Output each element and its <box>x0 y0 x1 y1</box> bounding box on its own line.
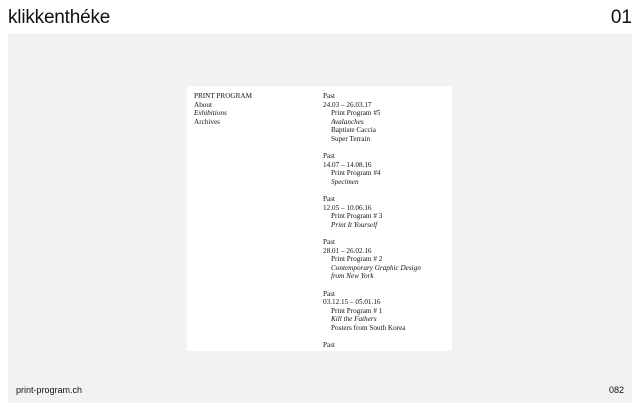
exhibition-detail: Avalanches <box>331 117 364 126</box>
exhibition-entry[interactable]: Past 14.07 – 14.08.16 Print Program #4 Spec… <box>323 152 448 186</box>
nav-item-about[interactable]: About <box>194 101 252 110</box>
exhibition-program: Print Program #5 <box>331 109 381 118</box>
exhibition-program: Print Program # 1 <box>331 306 383 315</box>
exhibition-dates: 14.07 – 14.08.16 <box>323 160 372 169</box>
nav-item-archives[interactable]: Archives <box>194 118 252 127</box>
page-number: 082 <box>608 385 624 395</box>
exhibition-detail: from New York <box>331 272 374 281</box>
exhibition-program: Print Program # 2 <box>331 255 383 264</box>
nav-item-print-program[interactable]: PRINT PROGRAM <box>194 92 252 101</box>
exhibition-entry[interactable]: Past 24.03 – 26.03.17 Print Program #5 Aval… <box>323 92 448 144</box>
exhibition-dates: 12.05 – 10.06.16 <box>323 203 372 212</box>
exhibition-detail: Kill the Fathers <box>331 315 377 324</box>
nav-item-exhibitions[interactable]: Exhibitions <box>194 109 252 118</box>
exhibition-detail: Posters from South Korea <box>331 324 406 333</box>
exhibition-status: Past <box>323 152 335 161</box>
exhibition-detail: Specimen <box>331 177 359 186</box>
exhibition-detail: Baptiste Caccia <box>331 126 376 135</box>
website-preview: PRINT PROGRAM About Exhibitions Archives Pa… <box>187 86 452 351</box>
footer-url-link[interactable]: print-program.ch <box>16 384 82 396</box>
exhibition-entry[interactable]: Past 03.12.15 – 05.01.16 Print Program # 1… <box>323 290 448 333</box>
exhibition-entry[interactable]: Past <box>323 341 448 350</box>
exhibition-status: Past <box>323 289 335 298</box>
exhibition-detail: Contemporary Graphic Design <box>331 263 421 272</box>
site-nav: PRINT PROGRAM About Exhibitions Archives <box>194 92 252 126</box>
exhibition-program: Print Program # 3 <box>331 212 383 221</box>
exhibition-detail: Print It Yourself <box>331 220 378 229</box>
exhibition-dates: 28.01 – 26.02.16 <box>323 246 372 255</box>
exhibition-status: Past <box>323 195 335 204</box>
exhibition-dates: 24.03 – 26.03.17 <box>323 100 372 109</box>
exhibition-status: Past <box>323 238 335 247</box>
exhibition-entry[interactable]: Past 28.01 – 26.02.16 Print Program # 2 Con… <box>323 238 448 281</box>
exhibition-status: Past <box>323 341 335 350</box>
brand-title: klikkenthéke <box>8 7 111 28</box>
exhibition-dates: 03.12.15 – 05.01.16 <box>323 298 381 307</box>
exhibition-program: Print Program #4 <box>331 169 381 178</box>
preview-stage: PRINT PROGRAM About Exhibitions Archives Pa… <box>8 34 632 403</box>
exhibition-status: Past <box>323 92 335 100</box>
exhibition-detail: Super Terrain <box>331 134 371 143</box>
slide-number: 01 <box>610 7 632 28</box>
exhibition-list: Past 24.03 – 26.03.17 Print Program #5 Aval… <box>323 92 448 351</box>
exhibition-entry[interactable]: Past 12.05 – 10.06.16 Print Program # 3 Pri… <box>323 195 448 229</box>
